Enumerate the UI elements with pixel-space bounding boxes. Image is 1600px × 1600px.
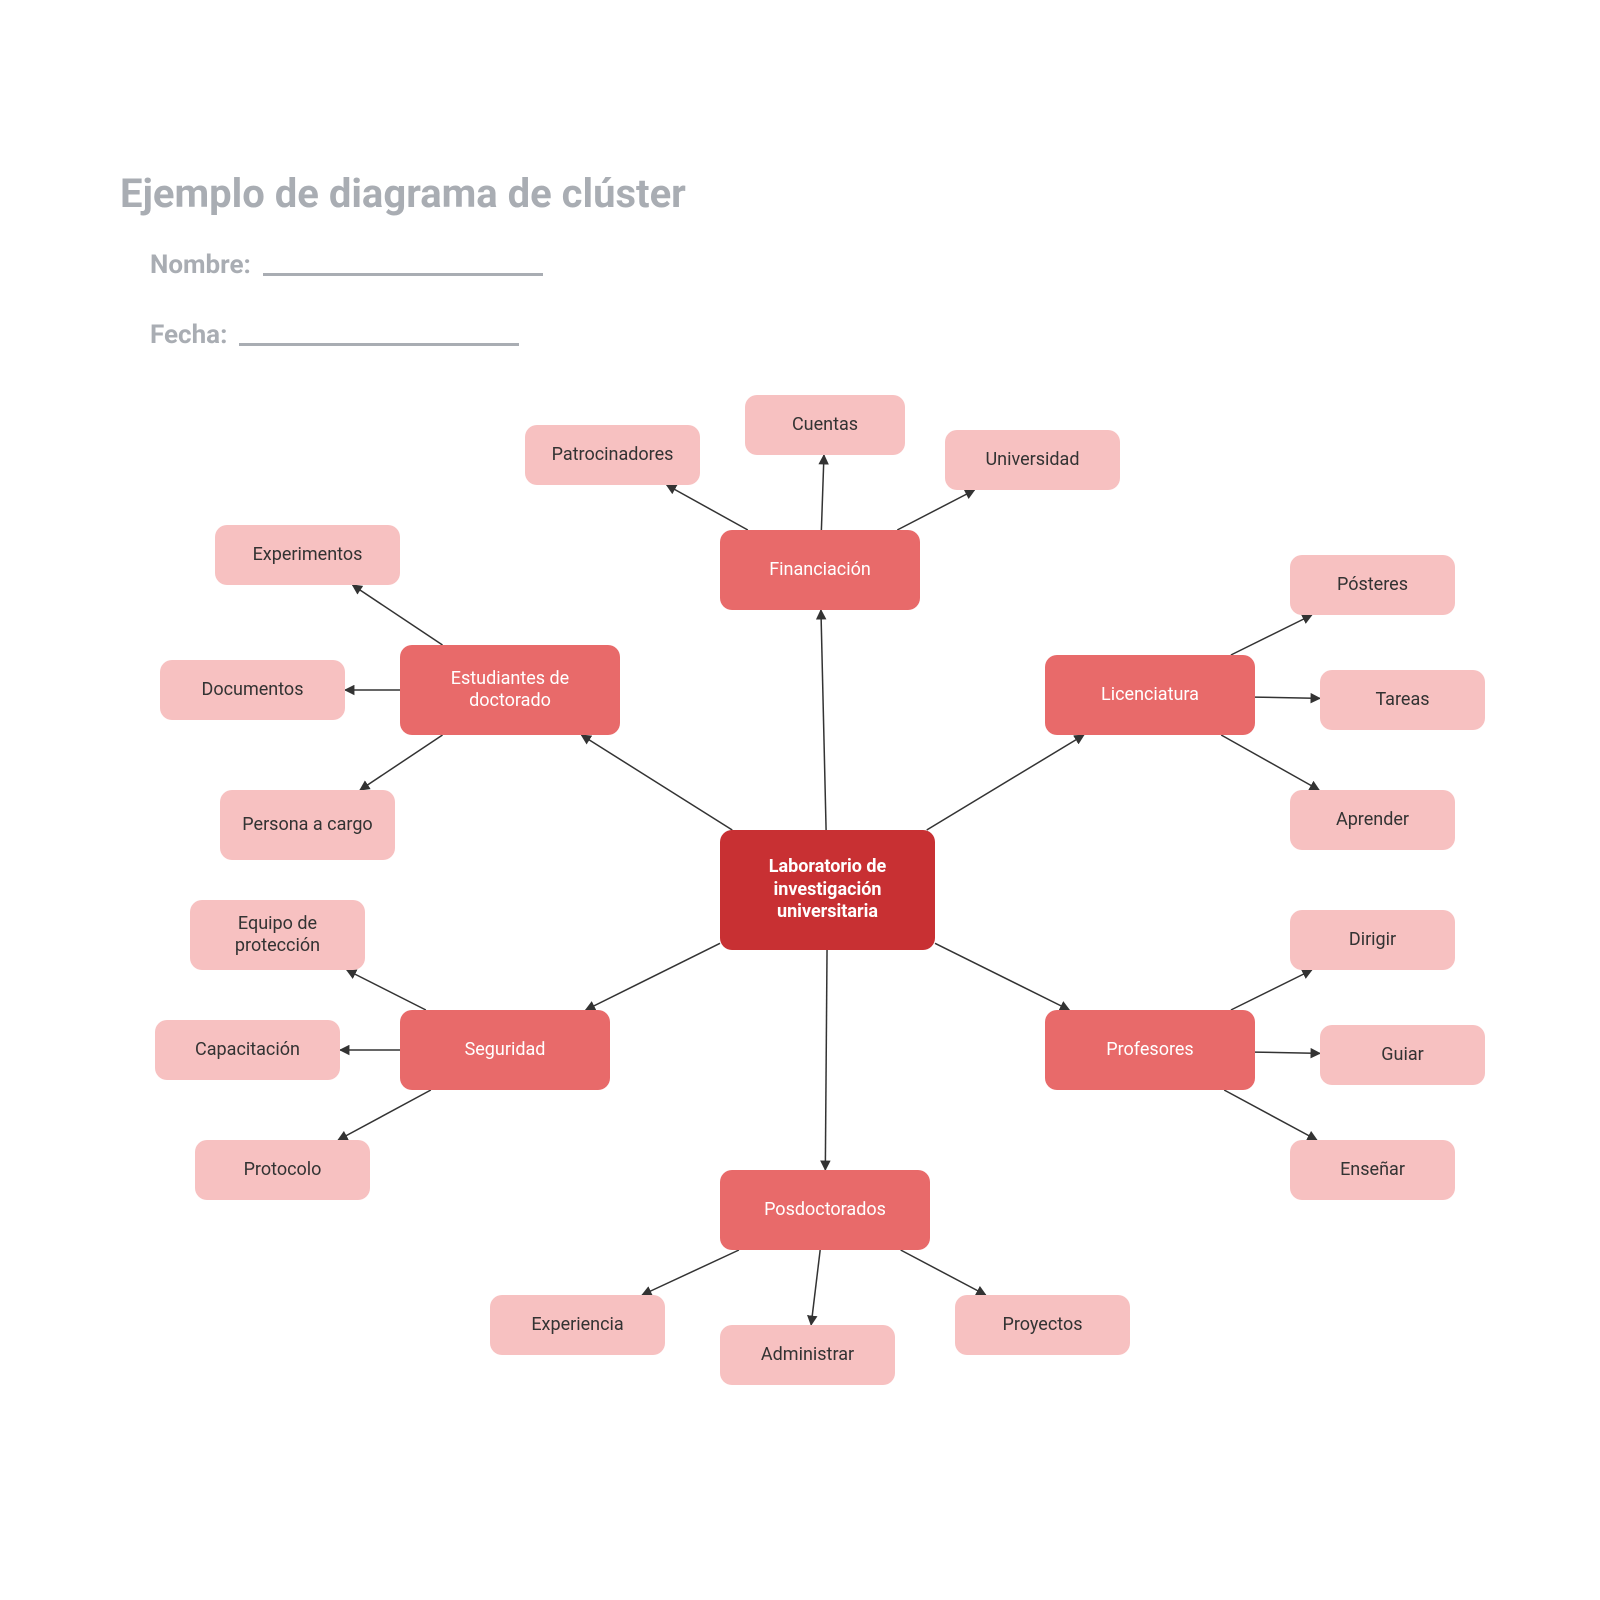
leaf-documentos: Documentos	[160, 660, 345, 720]
leaf-capacitacion: Capacitación	[155, 1020, 340, 1080]
edge	[586, 943, 720, 1010]
cluster-doctorado: Estudiantes de doctorado	[400, 645, 620, 735]
center-node: Laboratorio de investigación universitar…	[720, 830, 935, 950]
leaf-posteres: Pósteres	[1290, 555, 1455, 615]
leaf-ensenar: Enseñar	[1290, 1140, 1455, 1200]
leaf-administrar: Administrar	[720, 1325, 895, 1385]
edge	[901, 1250, 986, 1295]
edge	[927, 735, 1084, 830]
edge	[811, 1250, 820, 1325]
cluster-licenciatura: Licenciatura	[1045, 655, 1255, 735]
leaf-experimentos: Experimentos	[215, 525, 400, 585]
leaf-cuentas: Cuentas	[745, 395, 905, 455]
edge	[353, 585, 443, 645]
edge	[1255, 697, 1320, 698]
edge	[935, 943, 1069, 1010]
leaf-aprender: Aprender	[1290, 790, 1455, 850]
edge	[1221, 735, 1319, 790]
leaf-experiencia: Experiencia	[490, 1295, 665, 1355]
leaf-guiar: Guiar	[1320, 1025, 1485, 1085]
edge	[642, 1250, 739, 1295]
edge	[667, 485, 748, 530]
leaf-proyectos: Proyectos	[955, 1295, 1130, 1355]
leaf-tareas: Tareas	[1320, 670, 1485, 730]
cluster-financiacion: Financiación	[720, 530, 920, 610]
edge	[1255, 1052, 1320, 1053]
cluster-seguridad: Seguridad	[400, 1010, 610, 1090]
edge	[347, 970, 426, 1010]
edge	[338, 1090, 431, 1140]
leaf-persona: Persona a cargo	[220, 790, 395, 860]
edge	[897, 490, 974, 530]
cluster-profesores: Profesores	[1045, 1010, 1255, 1090]
leaf-dirigir: Dirigir	[1290, 910, 1455, 970]
edge	[1231, 615, 1312, 655]
edge	[360, 735, 443, 790]
edge	[581, 735, 732, 830]
cluster-posdoctorados: Posdoctorados	[720, 1170, 930, 1250]
edge	[825, 950, 827, 1170]
edge	[821, 455, 824, 530]
leaf-patrocinadores: Patrocinadores	[525, 425, 700, 485]
edge	[1224, 1090, 1317, 1140]
leaf-universidad: Universidad	[945, 430, 1120, 490]
edge	[821, 610, 826, 830]
leaf-protocolo: Protocolo	[195, 1140, 370, 1200]
leaf-equipo: Equipo de protección	[190, 900, 365, 970]
edge	[1231, 970, 1312, 1010]
